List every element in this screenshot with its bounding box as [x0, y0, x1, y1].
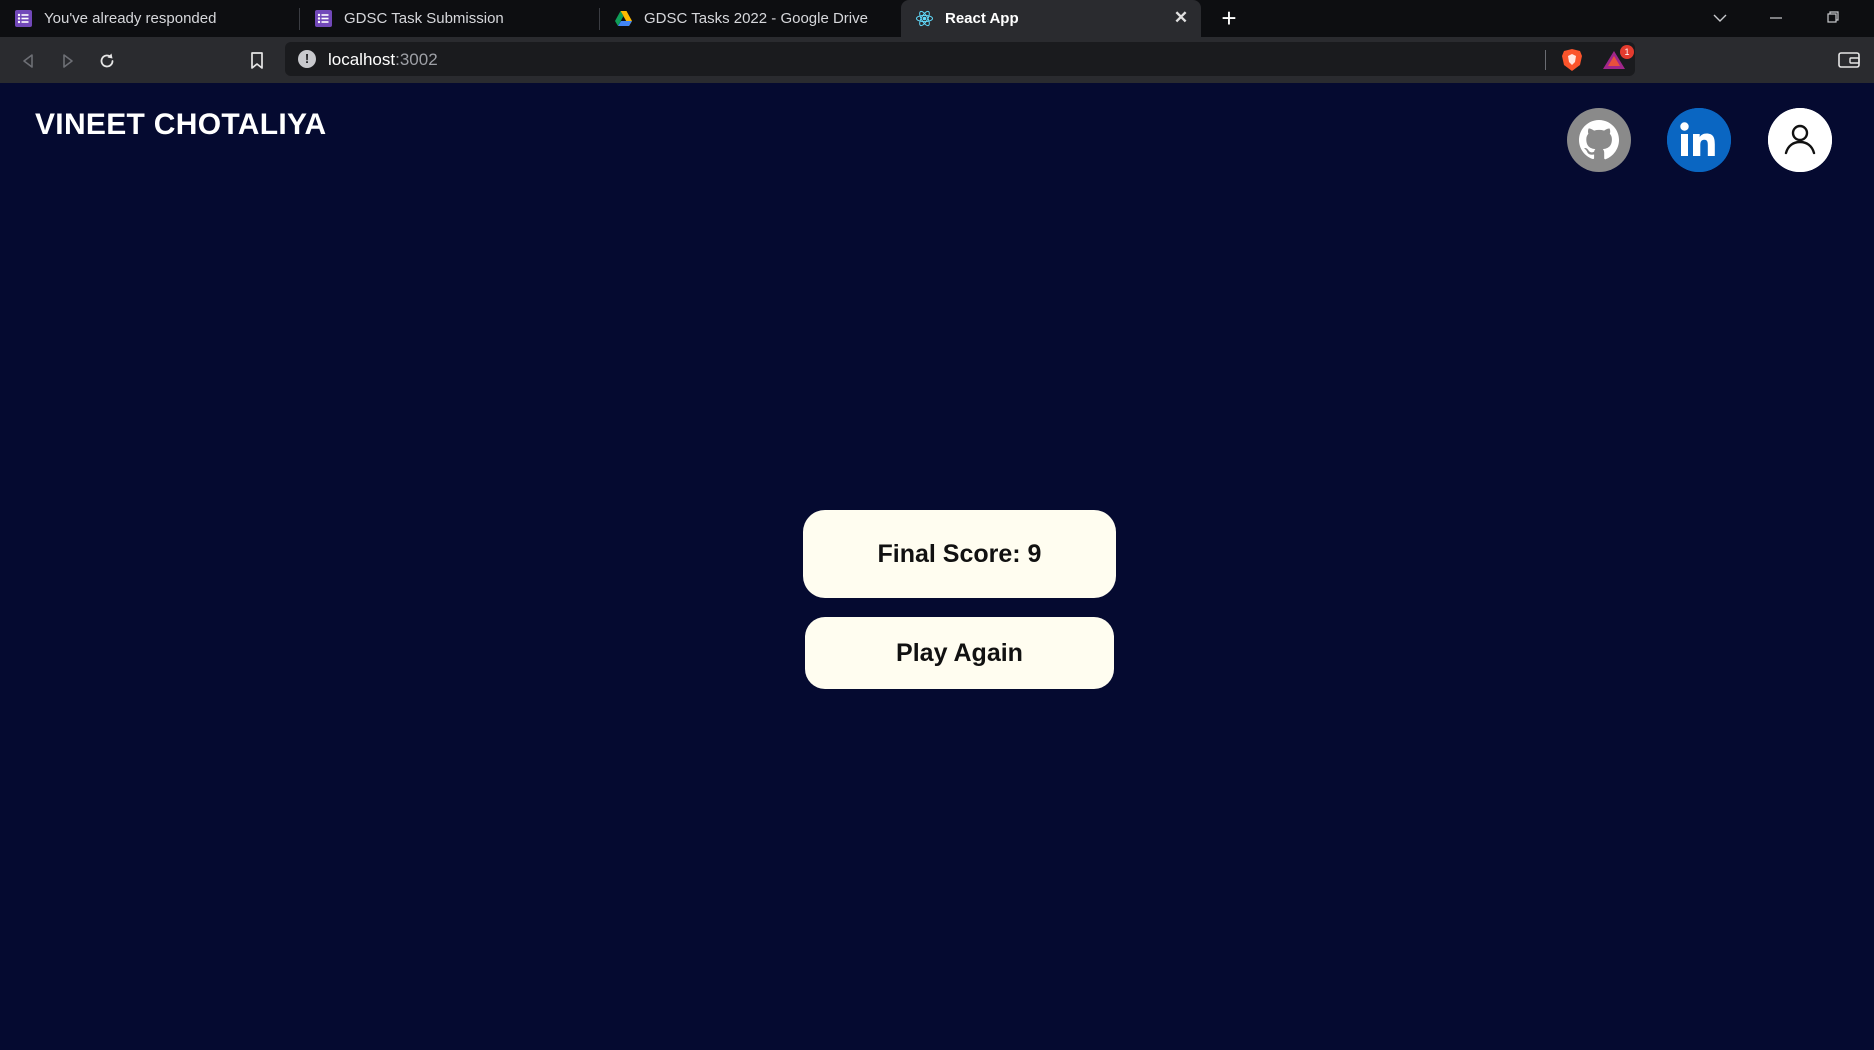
- url-host: localhost: [328, 50, 396, 69]
- tab-title: You've already responded: [44, 10, 217, 27]
- tab-react-app[interactable]: React App ✕: [901, 0, 1201, 37]
- profile-link[interactable]: [1768, 108, 1832, 172]
- back-icon[interactable]: [14, 47, 42, 75]
- site-info-icon[interactable]: !: [298, 50, 316, 68]
- play-again-button[interactable]: Play Again: [805, 617, 1114, 689]
- wallet-icon[interactable]: [1838, 51, 1860, 69]
- github-icon: [1568, 109, 1630, 171]
- address-url: localhost:3002: [328, 50, 438, 70]
- tab-title: GDSC Task Submission: [344, 10, 504, 27]
- google-drive-icon: [615, 11, 632, 26]
- rewards-badge: 1: [1620, 45, 1634, 59]
- new-tab-button[interactable]: +: [1216, 5, 1242, 31]
- tab-search-icon[interactable]: [1697, 0, 1743, 37]
- google-forms-icon: [15, 10, 32, 27]
- tab-google-drive[interactable]: GDSC Tasks 2022 - Google Drive: [600, 0, 900, 37]
- final-score-card: Final Score: 9: [803, 510, 1116, 598]
- tab-title: React App: [945, 10, 1019, 27]
- forward-icon[interactable]: [54, 47, 82, 75]
- profile-icon: [1768, 108, 1832, 172]
- url-port: :3002: [395, 50, 438, 69]
- address-bar[interactable]: ! localhost:3002 1: [285, 42, 1635, 76]
- tab-forms-responded[interactable]: You've already responded: [0, 0, 300, 37]
- restore-icon[interactable]: [1810, 0, 1856, 37]
- linkedin-link[interactable]: [1667, 108, 1731, 172]
- app-page: VINEET CHOTALIYA Final Score: 9 Play Aga…: [0, 83, 1874, 1050]
- minimize-icon[interactable]: [1753, 0, 1799, 37]
- react-icon: [916, 10, 933, 27]
- browser-toolbar: ! localhost:3002 1: [0, 37, 1874, 83]
- reload-icon[interactable]: [93, 47, 121, 75]
- linkedin-icon: [1667, 108, 1731, 172]
- tab-strip: You've already responded GDSC Task Submi…: [0, 0, 1874, 37]
- tab-title: GDSC Tasks 2022 - Google Drive: [644, 10, 868, 27]
- github-link[interactable]: [1567, 108, 1631, 172]
- google-forms-icon: [315, 10, 332, 27]
- close-tab-icon[interactable]: ✕: [1171, 8, 1191, 28]
- bookmark-icon[interactable]: [243, 47, 271, 75]
- tab-gdsc-task-submission[interactable]: GDSC Task Submission: [300, 0, 600, 37]
- brand-title[interactable]: VINEET CHOTALIYA: [35, 108, 327, 142]
- omnibox-divider: [1545, 50, 1546, 70]
- brave-shields-icon[interactable]: [1561, 48, 1583, 72]
